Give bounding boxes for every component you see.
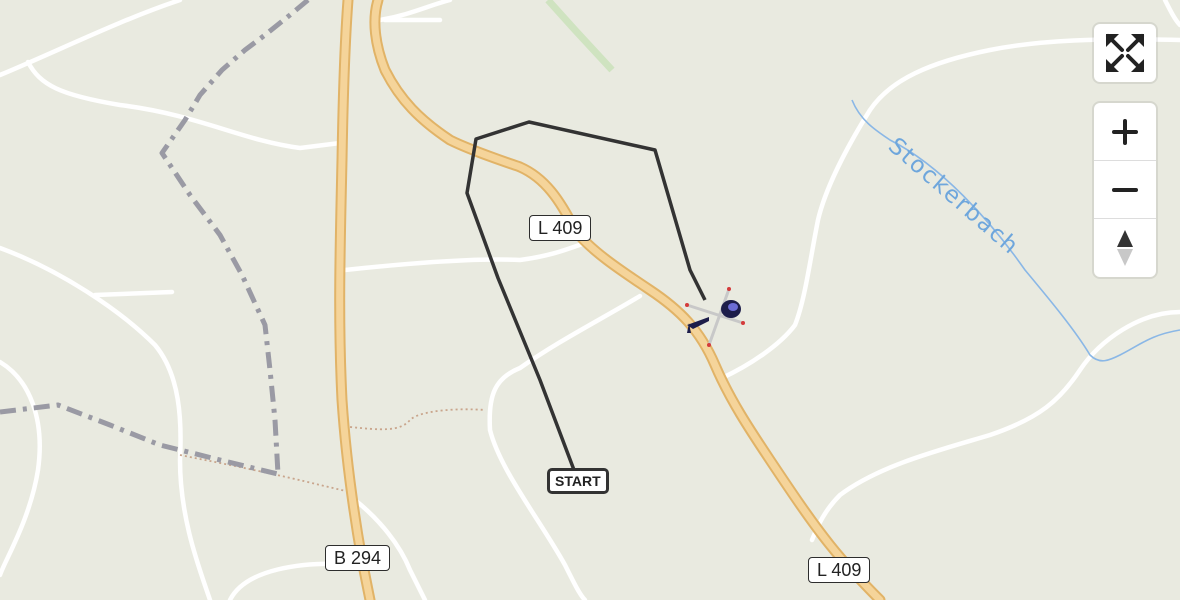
fullscreen-button[interactable] [1094,24,1156,82]
road-label-b294: B 294 [325,545,391,571]
minus-icon [1112,187,1138,192]
start-marker: START [547,468,609,494]
green-strip [545,0,615,73]
reset-bearing-button[interactable] [1094,219,1156,277]
plus-icon [1112,118,1138,145]
map-canvas[interactable]: Stockerbach [0,0,1180,600]
flight-track [465,120,707,471]
trail-2 [179,454,351,493]
stream-label: Stockerbach [883,133,1024,260]
fullscreen-icon [1106,34,1144,72]
compass-icon [1117,230,1133,266]
zoom-out-button[interactable] [1094,161,1156,219]
zoom-in-button[interactable] [1094,103,1156,161]
boundary-lines [0,0,310,477]
trail [349,408,486,431]
minor-roads [0,0,1180,600]
main-roads-casing [334,0,886,600]
zoom-control [1094,103,1156,277]
fullscreen-control [1094,24,1156,82]
road-label-l409-north: L 409 [529,215,592,241]
road-label-l409-south: L 409 [808,557,871,583]
